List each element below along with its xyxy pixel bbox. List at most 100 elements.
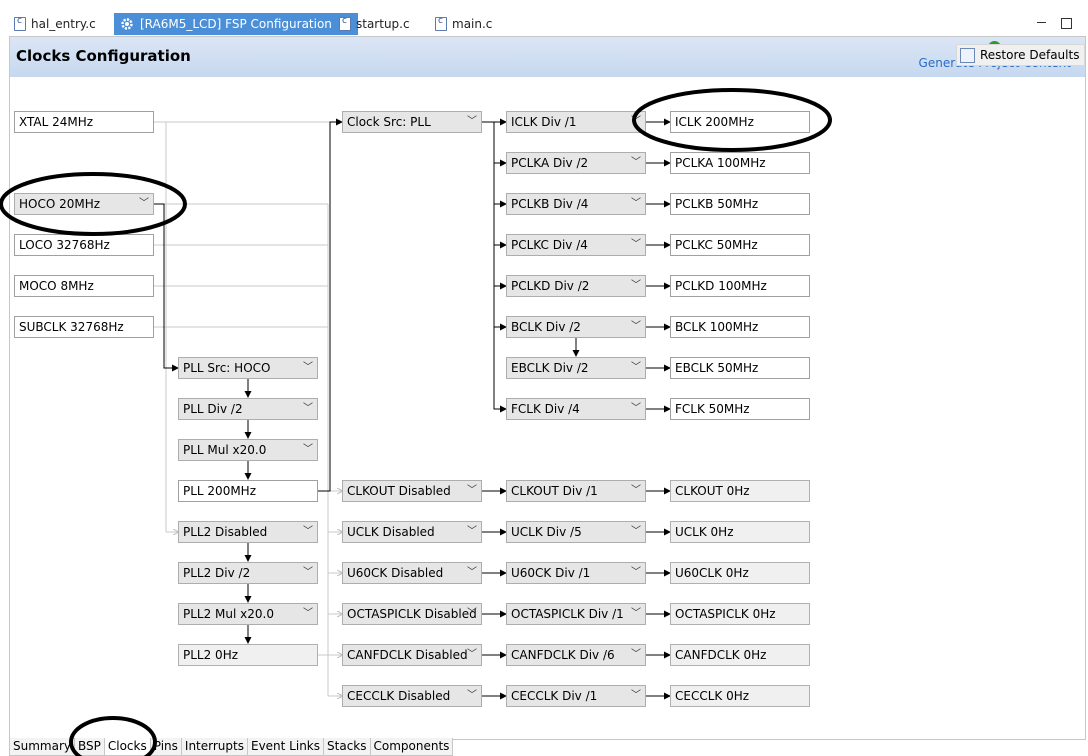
chevron-down-icon: ﹀ [631, 280, 641, 291]
uclk-div-select[interactable]: UCLK Div /5 ﹀ [506, 521, 646, 543]
ebclk-div-select[interactable]: EBCLK Div /2 ﹀ [506, 357, 646, 379]
pll-output: PLL 200MHz [178, 480, 318, 502]
chevron-down-icon: ﹀ [303, 567, 313, 578]
pll-mul-select[interactable]: PLL Mul x20.0 ﹀ [178, 439, 318, 461]
chevron-down-icon: ﹀ [467, 608, 477, 619]
clock-src-select[interactable]: Clock Src: PLL ﹀ [342, 111, 482, 133]
pclka-div-select[interactable]: PCLKA Div /2 ﹀ [506, 152, 646, 174]
pclkc-output: PCLKC 50MHz [670, 234, 810, 256]
chevron-down-icon: ﹀ [303, 403, 313, 414]
chevron-down-icon: ﹀ [631, 321, 641, 332]
chevron-down-icon: ﹀ [631, 485, 641, 496]
iclk-div-select[interactable]: ICLK Div /1 ﹀ [506, 111, 646, 133]
pclkb-output: PCLKB 50MHz [670, 193, 810, 215]
bclk-div-select[interactable]: BCLK Div /2 ﹀ [506, 316, 646, 338]
config-page-tabs: Summary BSP Clocks Pins Interrupts Event… [9, 738, 454, 756]
fclk-div-select[interactable]: FCLK Div /4 ﹀ [506, 398, 646, 420]
u60clk-output: U60CLK 0Hz [670, 562, 810, 584]
chevron-down-icon: ﹀ [467, 116, 477, 127]
pll-div-select[interactable]: PLL Div /2 ﹀ [178, 398, 318, 420]
chevron-down-icon: ﹀ [467, 526, 477, 537]
octaspiclk-src-select[interactable]: OCTASPICLK Disabled ﹀ [342, 603, 482, 625]
divider-value: PCLKB Div /4 [511, 197, 589, 211]
u60ck-div-select[interactable]: U60CK Div /1 ﹀ [506, 562, 646, 584]
periph-src-value: U60CK Disabled [347, 566, 444, 580]
chevron-down-icon: ﹀ [631, 608, 641, 619]
pll2-output: PLL2 0Hz [178, 644, 318, 666]
pll-mul-value: PLL Mul x20.0 [183, 443, 267, 457]
chevron-down-icon: ﹀ [467, 649, 477, 660]
divider-value: FCLK Div /4 [511, 402, 580, 416]
clkout-div-select[interactable]: CLKOUT Div /1 ﹀ [506, 480, 646, 502]
pll2-mul-value: PLL2 Mul x20.0 [183, 607, 274, 621]
divider-value: PCLKD Div /2 [511, 279, 590, 293]
canfdclk-output: CANFDCLK 0Hz [670, 644, 810, 666]
octaspiclk-output: OCTASPICLK 0Hz [670, 603, 810, 625]
periph-src-value: CECCLK Disabled [347, 689, 451, 703]
pclkb-div-select[interactable]: PCLKB Div /4 ﹀ [506, 193, 646, 215]
periph-src-value: OCTASPICLK Disabled [347, 607, 477, 621]
pll2-div-select[interactable]: PLL2 Div /2 ﹀ [178, 562, 318, 584]
pclkc-div-select[interactable]: PCLKC Div /4 ﹀ [506, 234, 646, 256]
tab-bsp[interactable]: BSP [74, 738, 105, 756]
moco-field[interactable]: MOCO 8MHz [14, 275, 154, 297]
pll2-select[interactable]: PLL2 Disabled ﹀ [178, 521, 318, 543]
iclk-output: ICLK 200MHz [670, 111, 810, 133]
tab-stacks[interactable]: Stacks [323, 738, 371, 756]
periph-div-value: OCTASPICLK Div /1 [511, 607, 624, 621]
tab-summary[interactable]: Summary [9, 738, 75, 756]
uclk-src-select[interactable]: UCLK Disabled ﹀ [342, 521, 482, 543]
chevron-down-icon: ﹀ [139, 198, 149, 209]
chevron-down-icon: ﹀ [631, 198, 641, 209]
hoco-select[interactable]: HOCO 20MHz ﹀ [14, 193, 154, 215]
hoco-value: HOCO 20MHz [19, 197, 101, 211]
canfdclk-src-select[interactable]: CANFDCLK Disabled ﹀ [342, 644, 482, 666]
chevron-down-icon: ﹀ [631, 239, 641, 250]
uclk-output: UCLK 0Hz [670, 521, 810, 543]
canfdclk-div-select[interactable]: CANFDCLK Div /6 ﹀ [506, 644, 646, 666]
subclk-field[interactable]: SUBCLK 32768Hz [14, 316, 154, 338]
chevron-down-icon: ﹀ [631, 157, 641, 168]
bclk-output: BCLK 100MHz [670, 316, 810, 338]
loco-field[interactable]: LOCO 32768Hz [14, 234, 154, 256]
tab-pins[interactable]: Pins [149, 738, 182, 756]
chevron-down-icon: ﹀ [631, 690, 641, 701]
periph-src-value: CANFDCLK Disabled [347, 648, 468, 662]
fclk-output: FCLK 50MHz [670, 398, 810, 420]
periph-src-value: CLKOUT Disabled [347, 484, 451, 498]
tab-clocks[interactable]: Clocks [103, 738, 151, 756]
divider-value: EBCLK Div /2 [511, 361, 589, 375]
periph-div-value: CECCLK Div /1 [511, 689, 598, 703]
cecclk-src-select[interactable]: CECCLK Disabled ﹀ [342, 685, 482, 707]
tab-event-links[interactable]: Event Links [246, 738, 325, 756]
divider-value: PCLKC Div /4 [511, 238, 588, 252]
chevron-down-icon: ﹀ [467, 690, 477, 701]
pll2-mul-select[interactable]: PLL2 Mul x20.0 ﹀ [178, 603, 318, 625]
chevron-down-icon: ﹀ [303, 526, 313, 537]
periph-div-value: UCLK Div /5 [511, 525, 582, 539]
cecclk-output: CECCLK 0Hz [670, 685, 810, 707]
clkout-src-select[interactable]: CLKOUT Disabled ﹀ [342, 480, 482, 502]
pll-src-select[interactable]: PLL Src: HOCO ﹀ [178, 357, 318, 379]
clkout-output: CLKOUT 0Hz [670, 480, 810, 502]
tab-interrupts[interactable]: Interrupts [180, 738, 248, 756]
cecclk-div-select[interactable]: CECCLK Div /1 ﹀ [506, 685, 646, 707]
pll2-div-value: PLL2 Div /2 [183, 566, 251, 580]
chevron-down-icon: ﹀ [303, 608, 313, 619]
chevron-down-icon: ﹀ [303, 362, 313, 373]
u60ck-src-select[interactable]: U60CK Disabled ﹀ [342, 562, 482, 584]
pclkd-div-select[interactable]: PCLKD Div /2 ﹀ [506, 275, 646, 297]
pll2-value: PLL2 Disabled [183, 525, 268, 539]
periph-src-value: UCLK Disabled [347, 525, 435, 539]
divider-value: BCLK Div /2 [511, 320, 581, 334]
clock-src-value: Clock Src: PLL [347, 115, 431, 129]
chevron-down-icon: ﹀ [631, 567, 641, 578]
pclkd-output: PCLKD 100MHz [670, 275, 810, 297]
octaspiclk-div-select[interactable]: OCTASPICLK Div /1 ﹀ [506, 603, 646, 625]
tab-components[interactable]: Components [369, 738, 454, 756]
chevron-down-icon: ﹀ [303, 444, 313, 455]
divider-value: ICLK Div /1 [511, 115, 577, 129]
chevron-down-icon: ﹀ [467, 485, 477, 496]
xtal-field[interactable]: XTAL 24MHz [14, 111, 154, 133]
chevron-down-icon: ﹀ [631, 116, 641, 127]
